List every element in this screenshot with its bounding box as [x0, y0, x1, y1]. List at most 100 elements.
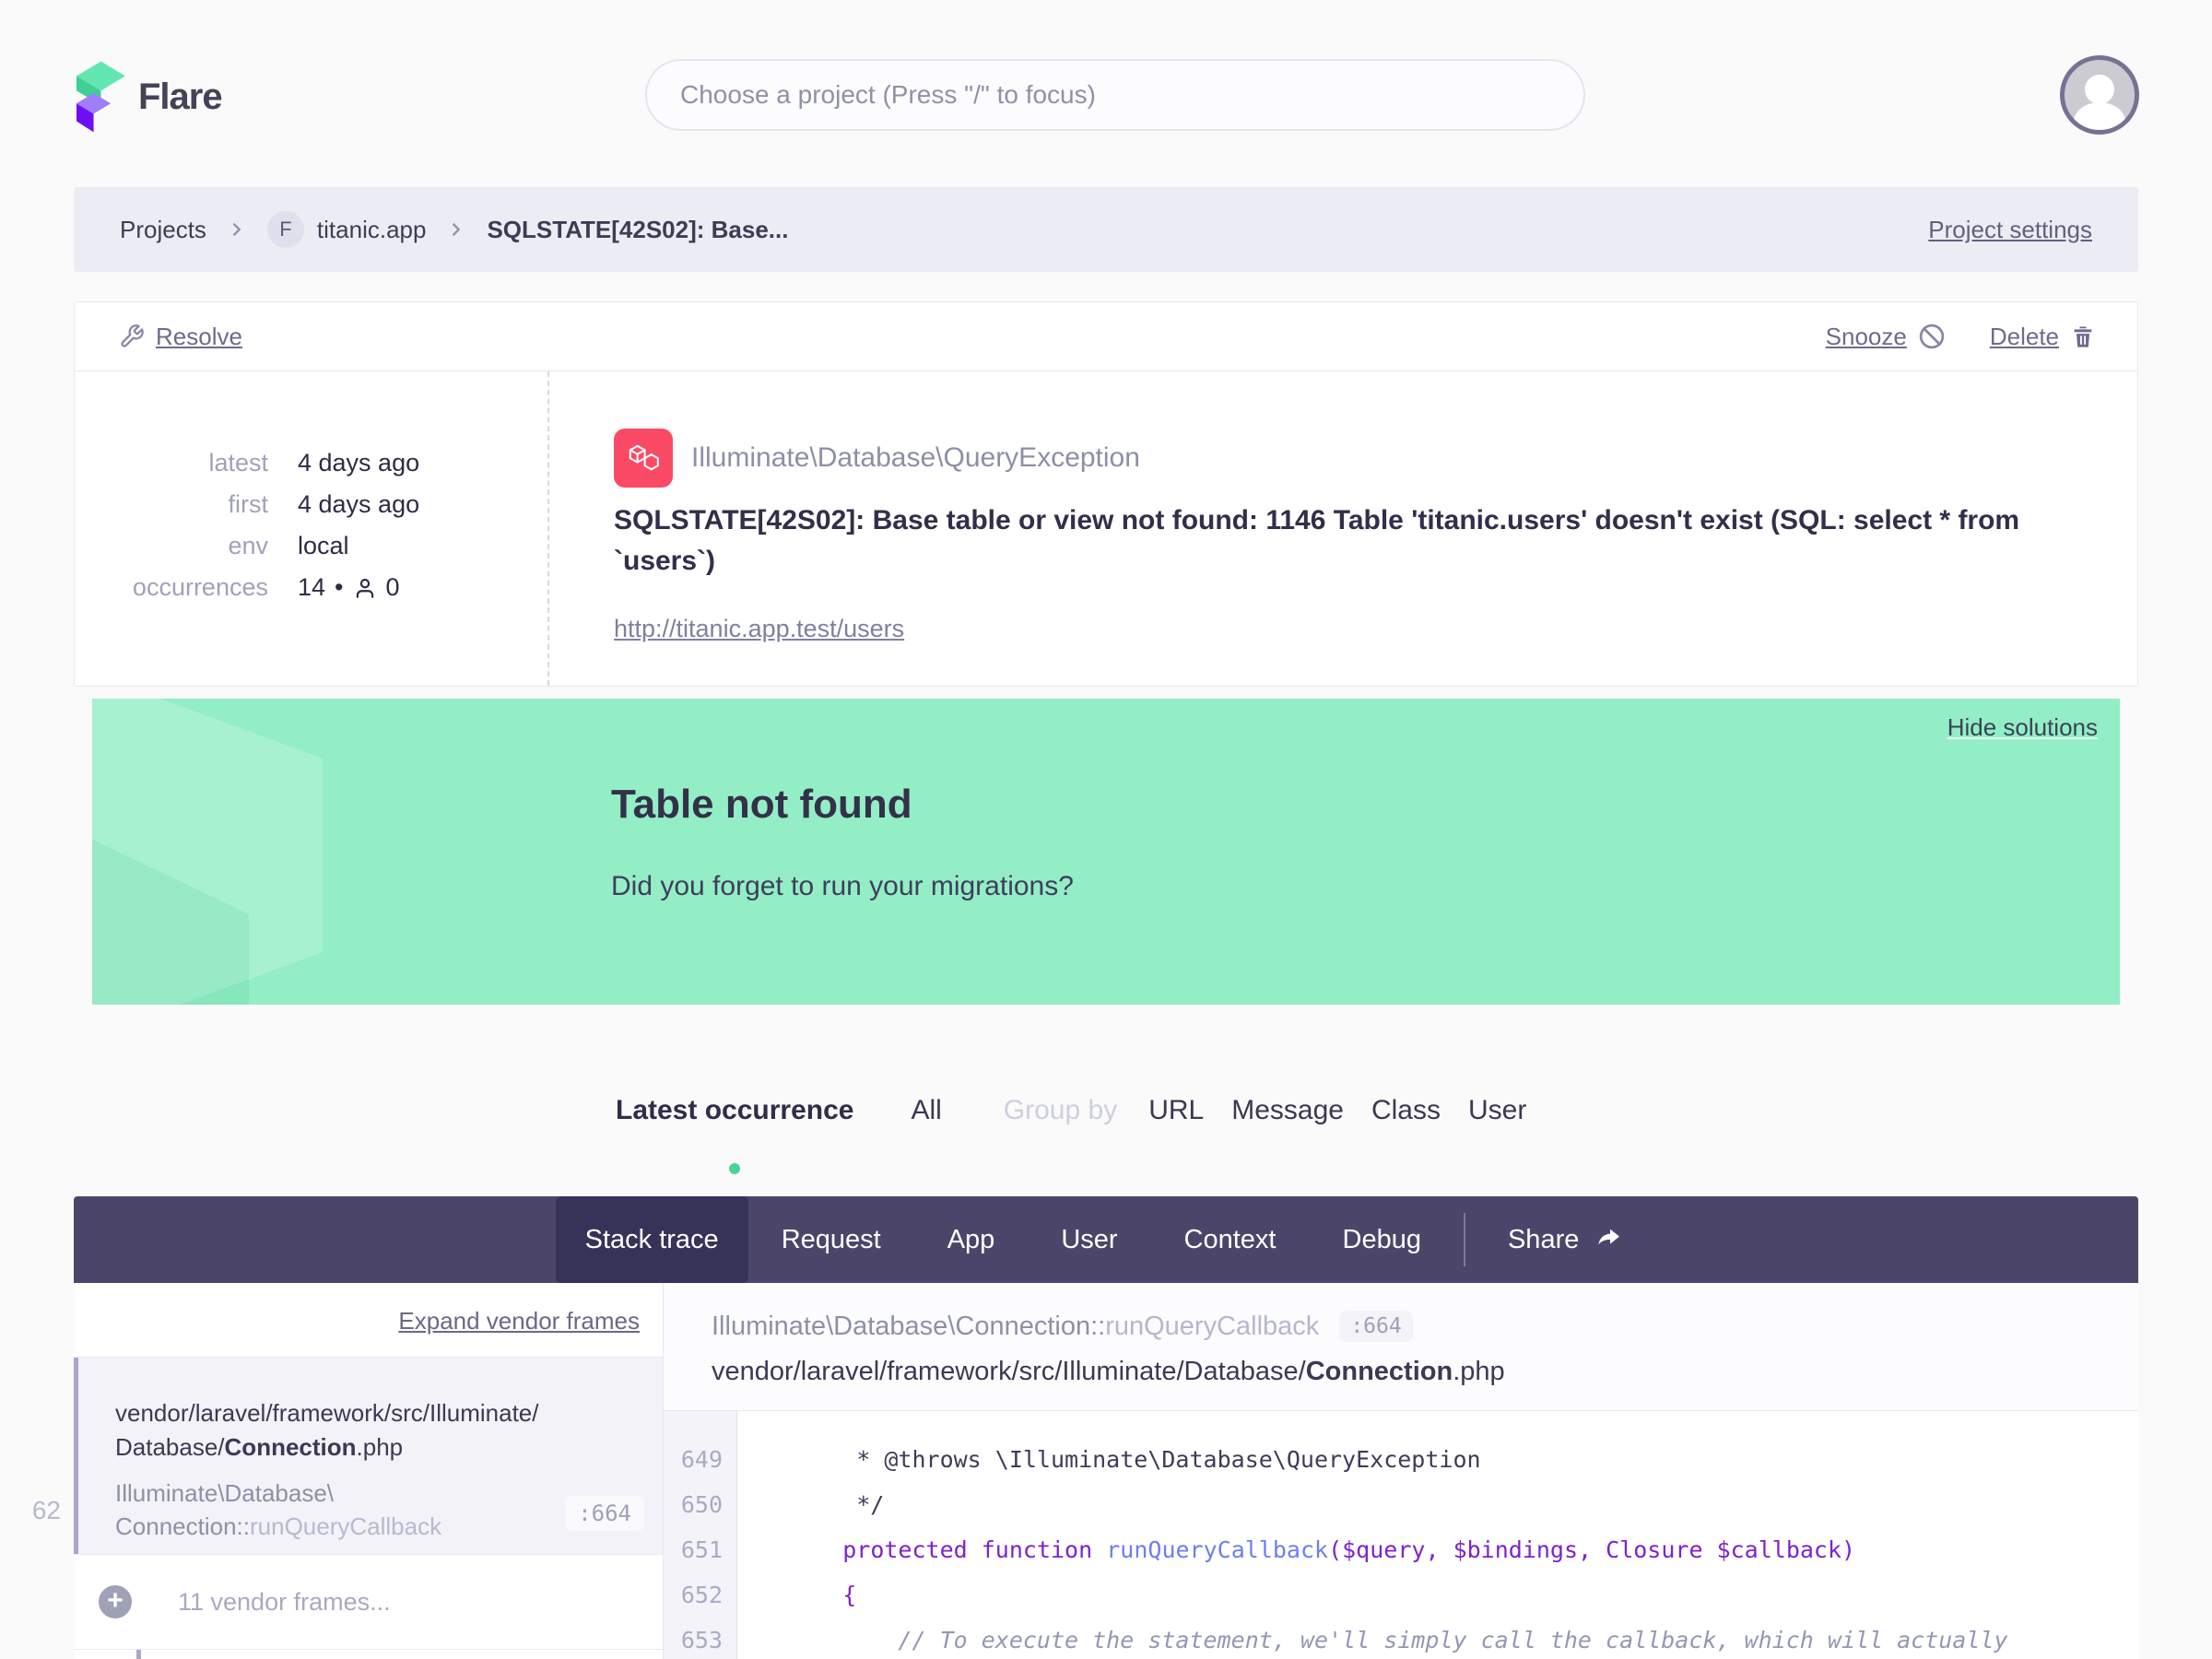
frame-line-badge: :664 — [565, 1496, 644, 1531]
filter-group-by-label: Group by — [1003, 1095, 1118, 1125]
flare-logo-icon — [76, 60, 125, 134]
stat-value: 14 • 0 — [298, 573, 400, 602]
bullet-separator: • — [335, 573, 344, 601]
filter-tab-all[interactable]: All — [911, 1095, 941, 1126]
stat-label: first — [228, 490, 269, 518]
user-avatar[interactable] — [2060, 55, 2139, 135]
stack-frame-selected[interactable]: 62 vendor/laravel/framework/src/Illumina… — [32, 1358, 663, 1555]
project-settings-link[interactable]: Project settings — [1928, 216, 2092, 244]
chevron-right-icon — [227, 219, 247, 240]
expand-vendor-frames-link[interactable]: Expand vendor frames — [398, 1307, 640, 1335]
code-line: 651 protected function runQueryCallback(… — [664, 1527, 2138, 1572]
error-card-actions-right: Snooze Delete — [1826, 323, 2096, 351]
code-line: 649 * @throws \Illuminate\Database\Query… — [664, 1437, 2138, 1482]
code-lines: 649 * @throws \Illuminate\Database\Query… — [664, 1437, 2138, 1659]
frame-index: 62 — [31, 1496, 61, 1524]
code-header-method: runQueryCallback — [1105, 1311, 1320, 1341]
delete-button[interactable]: Delete — [1990, 323, 2096, 351]
next-stack-frame-partial — [74, 1650, 663, 1659]
occurrence-url-link[interactable]: http://titanic.app.test/users — [614, 615, 904, 642]
tab-context[interactable]: Context — [1151, 1196, 1310, 1283]
stat-row: env local — [75, 532, 547, 560]
stat-row: first 4 days ago — [75, 490, 547, 519]
nav-divider — [1463, 1213, 1465, 1266]
stacktrace-nav: Stack trace Request App User Context Deb… — [74, 1196, 2138, 1283]
filter-tab-class[interactable]: Class — [1371, 1095, 1441, 1126]
active-tab-indicator-dot — [729, 1163, 741, 1174]
stacktrace-panels: Expand vendor frames 62 vendor/laravel/f… — [32, 1283, 2138, 1659]
line-number: 653 — [680, 1627, 723, 1653]
tab-debug[interactable]: Debug — [1310, 1196, 1454, 1283]
error-card-body: latest 4 days ago first 4 days ago env l… — [75, 371, 2137, 686]
trash-icon — [2070, 324, 2096, 349]
tab-user[interactable]: User — [1028, 1196, 1150, 1283]
line-number: 652 — [680, 1582, 723, 1608]
share-icon — [1594, 1225, 1623, 1254]
frame-method: runQueryCallback — [249, 1512, 442, 1540]
code-panel-header: Illuminate\Database\Connection::runQuery… — [664, 1283, 2138, 1410]
vendor-frames-toggle[interactable]: + 11 vendor frames... — [74, 1555, 663, 1650]
code-header-class: Illuminate\Database\Connection::runQuery… — [712, 1311, 1320, 1341]
code-viewer[interactable]: 649 * @throws \Illuminate\Database\Query… — [664, 1410, 2138, 1659]
hide-solutions-link[interactable]: Hide solutions — [1947, 713, 2098, 742]
filter-tab-user[interactable]: User — [1468, 1095, 1526, 1126]
resolve-button[interactable]: Resolve — [119, 323, 242, 351]
share-button[interactable]: Share — [1475, 1225, 1656, 1255]
filter-tab-message[interactable]: Message — [1231, 1095, 1344, 1126]
frame-accent-bar — [136, 1650, 141, 1659]
breadcrumb-projects-link[interactable]: Projects — [120, 216, 206, 244]
frame-file-name: Connection — [224, 1433, 357, 1461]
vendor-frames-label: 11 vendor frames... — [178, 1587, 391, 1616]
code-header-file-name: Connection — [1305, 1357, 1453, 1386]
stat-label: env — [228, 532, 268, 559]
exception-class: Illuminate\Database\QueryException — [691, 442, 1140, 473]
stat-label: latest — [208, 449, 268, 477]
code-panel: Illuminate\Database\Connection::runQuery… — [664, 1283, 2138, 1659]
solution-description: Did you forget to run your migrations? — [611, 871, 1074, 901]
plus-icon: + — [99, 1585, 132, 1618]
filter-tab-latest-occurrence[interactable]: Latest occurrence — [616, 1095, 853, 1174]
breadcrumb-error-label: SQLSTATE[42S02]: Base... — [487, 215, 789, 243]
stack-panel-header: Expand vendor frames — [74, 1283, 663, 1358]
avatar-body-shape — [2074, 102, 2125, 130]
snooze-button[interactable]: Snooze — [1826, 323, 1946, 351]
affected-users-count: 0 — [385, 573, 400, 601]
occurrence-count: 14 — [298, 573, 326, 601]
stat-row: occurrences 14 • 0 — [75, 573, 547, 602]
tab-app[interactable]: App — [914, 1196, 1029, 1283]
tab-stack-trace[interactable]: Stack trace — [555, 1196, 748, 1283]
solution-title: Table not found — [611, 782, 912, 827]
error-card: Resolve Snooze Delete latest 4 days ago … — [74, 301, 2138, 687]
breadcrumb-project-link[interactable]: titanic.app — [317, 216, 427, 244]
code-header-path: vendor/laravel/framework/src/Illuminate/… — [712, 1357, 1505, 1386]
stat-value: 4 days ago — [298, 449, 420, 477]
flare-app: Flare Projects F titanic.app SQLSTATE[42… — [0, 0, 2212, 1659]
project-badge: F — [266, 211, 304, 248]
code-line: 650 */ — [664, 1482, 2138, 1527]
line-number: 649 — [680, 1446, 723, 1473]
error-card-actions: Resolve Snooze Delete — [75, 302, 2137, 371]
brand[interactable]: Flare — [76, 57, 223, 136]
error-stats: latest 4 days ago first 4 days ago env l… — [75, 371, 549, 686]
avatar-head-shape — [2085, 75, 2114, 104]
error-message: SQLSTATE[42S02]: Base table or view not … — [614, 505, 2020, 576]
laravel-icon — [614, 429, 673, 488]
slash-icon — [1918, 323, 1946, 350]
frame-file-path: vendor/laravel/framework/src/Illuminate/… — [115, 1399, 539, 1461]
breadcrumb: Projects F titanic.app SQLSTATE[42S02]: … — [74, 187, 2138, 272]
filter-tab-url[interactable]: URL — [1148, 1095, 1204, 1126]
solutions-banner: Hide solutions Table not found Did you f… — [92, 699, 2120, 1005]
project-search-input[interactable] — [645, 59, 1585, 131]
stat-value: local — [298, 532, 349, 559]
code-line: 652 { — [664, 1572, 2138, 1618]
line-number: 651 — [680, 1536, 723, 1563]
occurrence-filters: Latest occurrence All Group by URL Messa… — [616, 1095, 1526, 1174]
user-icon — [353, 576, 377, 600]
brand-wordmark: Flare — [138, 76, 223, 117]
line-number: 650 — [680, 1491, 723, 1518]
chevron-right-icon — [446, 219, 466, 240]
tab-request[interactable]: Request — [748, 1196, 914, 1283]
error-main: Illuminate\Database\QueryException SQLST… — [549, 371, 2137, 686]
wrench-icon — [119, 324, 145, 349]
stat-label: occurrences — [132, 573, 268, 601]
